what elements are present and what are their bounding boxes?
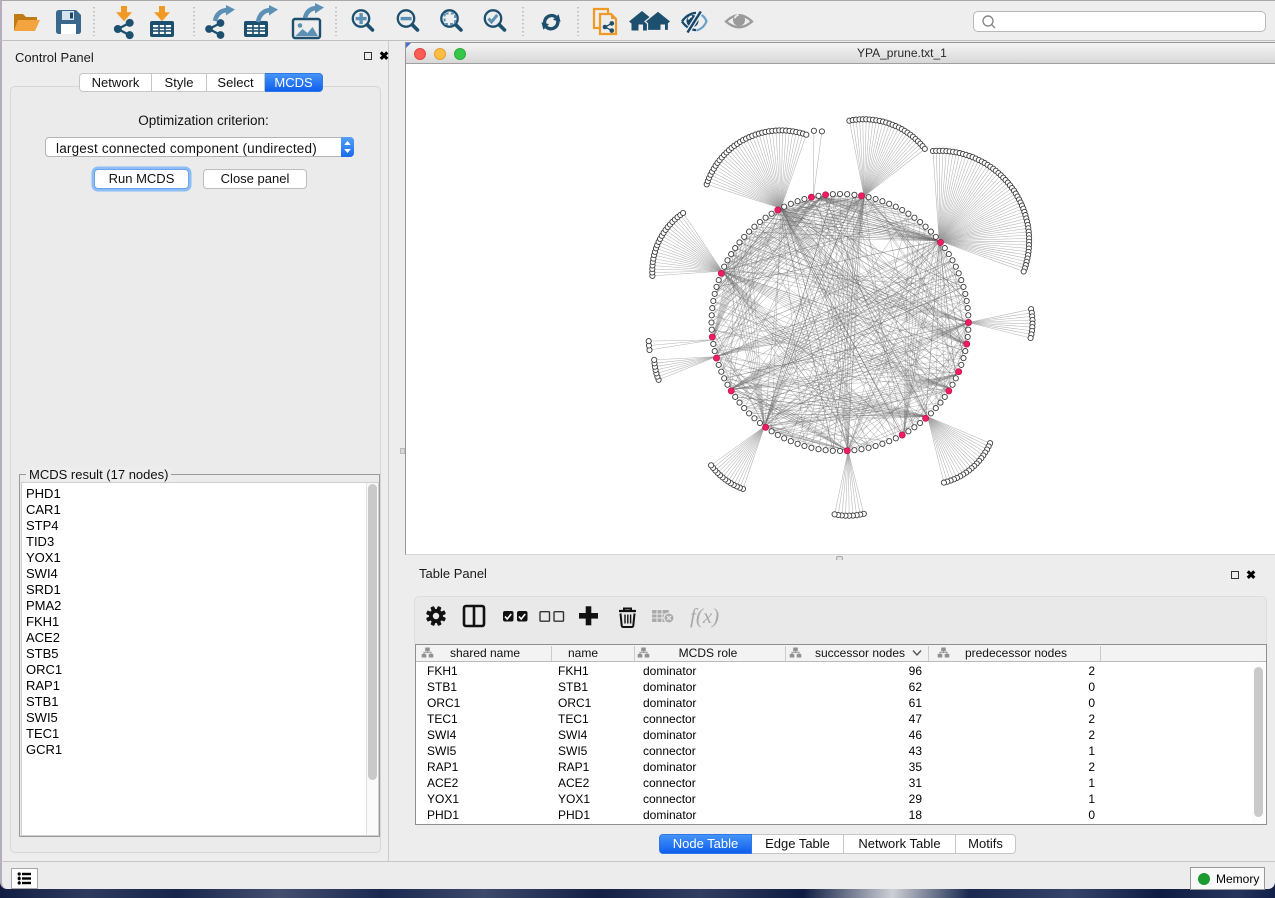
- svg-text:f(x): f(x): [690, 604, 719, 628]
